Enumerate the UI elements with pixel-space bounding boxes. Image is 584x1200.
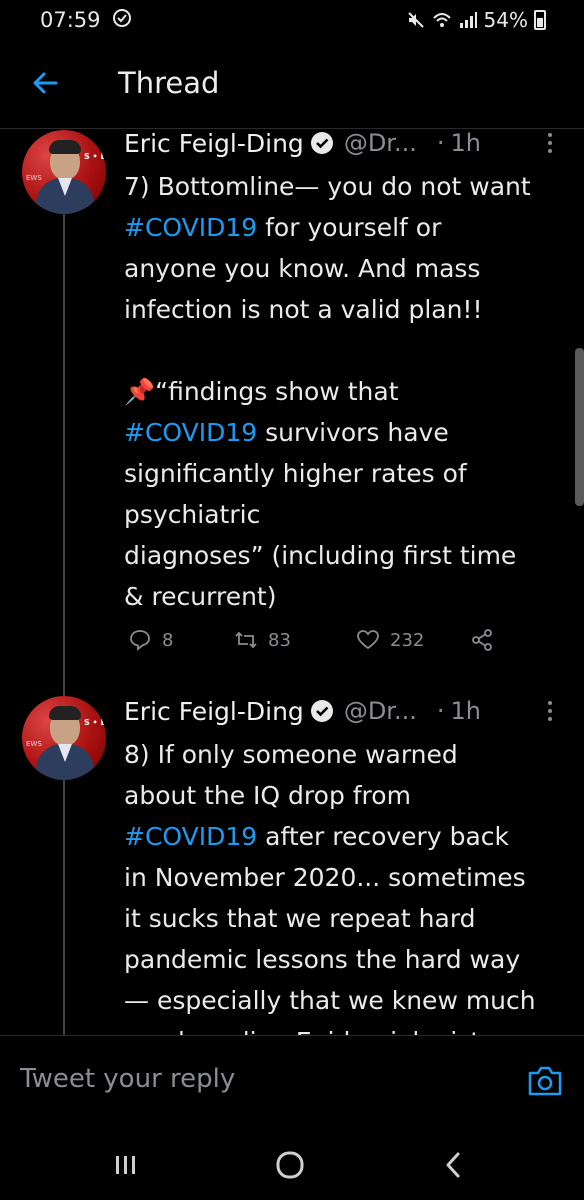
avatar[interactable]: S • E EWS	[22, 696, 106, 780]
author-handle[interactable]: @Dr...	[344, 697, 417, 725]
retweet-button[interactable]: 83	[234, 628, 291, 652]
tweet-text: 7) Bottomline— you do not want #COVID19 …	[124, 172, 531, 611]
page-title: Thread	[118, 66, 220, 100]
battery-icon	[534, 10, 546, 30]
reply-count: 8	[162, 629, 174, 651]
retweet-count: 83	[268, 629, 291, 651]
separator-dot: ·	[436, 697, 445, 725]
tweet-time[interactable]: 1h	[450, 697, 480, 725]
separator-dot: ·	[436, 129, 445, 157]
reply-button[interactable]: 8	[128, 628, 173, 652]
signal-icon	[459, 12, 477, 28]
tweet-actions: 8 83 232	[124, 628, 564, 662]
verified-badge-icon	[310, 132, 333, 154]
like-button[interactable]: 232	[356, 628, 424, 652]
author-name[interactable]: Eric Feigl-Ding	[124, 129, 304, 158]
tweet-text: 8) If only someone warned about the IQ d…	[124, 740, 536, 1056]
tweet-time[interactable]: 1h	[450, 129, 480, 157]
tweet-header: Eric Feigl-Ding @Dr... · 1h	[124, 126, 481, 160]
verified-badge-icon	[310, 700, 333, 722]
app-header: Thread	[0, 54, 584, 130]
more-options-icon[interactable]	[538, 130, 562, 156]
status-time: 07:59	[40, 8, 101, 32]
author-handle[interactable]: @Dr...	[344, 129, 417, 157]
tweet-header: Eric Feigl-Ding @Dr... · 1h	[124, 694, 481, 728]
mute-icon	[407, 12, 424, 28]
hashtag-link[interactable]: #COVID19	[124, 822, 257, 851]
status-right-group: 54%	[406, 8, 546, 32]
hashtag-link[interactable]: #COVID19	[124, 213, 257, 242]
home-icon[interactable]	[272, 1147, 308, 1183]
retweet-icon	[235, 631, 257, 649]
reply-input[interactable]: Tweet your reply	[20, 1064, 235, 1094]
avatar[interactable]: S • E EWS	[22, 130, 106, 214]
heart-icon	[357, 630, 379, 650]
camera-icon[interactable]	[527, 1064, 563, 1098]
like-count: 232	[390, 629, 425, 651]
reply-icon	[130, 630, 150, 651]
recent-apps-icon[interactable]	[108, 1147, 144, 1183]
share-icon	[472, 629, 492, 651]
share-button[interactable]	[470, 628, 494, 652]
hashtag-link[interactable]: #COVID19	[124, 418, 257, 447]
more-options-icon[interactable]	[538, 698, 562, 724]
back-nav-icon[interactable]	[436, 1147, 472, 1183]
battery-percent: 54%	[483, 8, 528, 32]
thread-connector-line	[63, 212, 65, 1042]
reply-bar: Tweet your reply	[0, 1035, 584, 1132]
scrollbar-thumb[interactable]	[575, 348, 584, 506]
back-arrow-icon[interactable]	[30, 68, 60, 98]
wifi-icon	[432, 13, 451, 27]
status-bar: 07:59 54%	[0, 0, 584, 44]
check-circle-icon	[113, 9, 131, 27]
system-nav-bar	[0, 1131, 584, 1200]
author-name[interactable]: Eric Feigl-Ding	[124, 697, 304, 726]
